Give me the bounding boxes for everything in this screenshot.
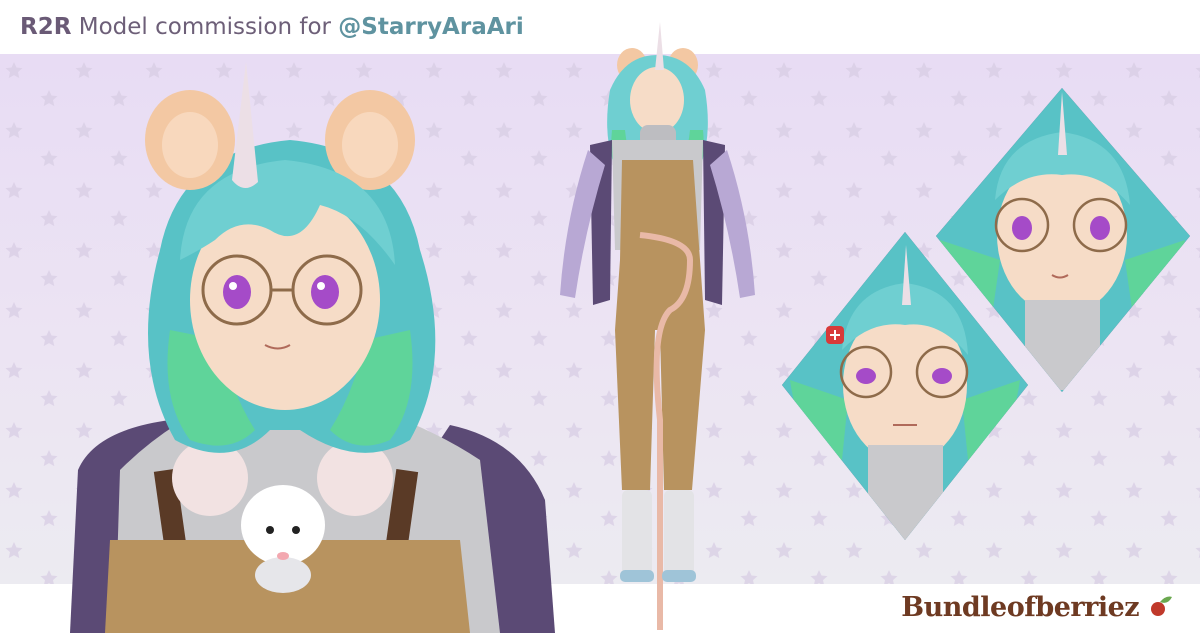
fullbody-model: [560, 22, 755, 630]
anger-mark-icon: [826, 326, 844, 344]
closeup-portrait: [70, 62, 555, 633]
brand-logo: Bundleofberriez: [901, 592, 1174, 623]
brand-logo-text: Bundleofberriez: [901, 592, 1140, 623]
commission-artwork: [70, 22, 1190, 633]
berry-leaf-icon: [1151, 596, 1172, 616]
